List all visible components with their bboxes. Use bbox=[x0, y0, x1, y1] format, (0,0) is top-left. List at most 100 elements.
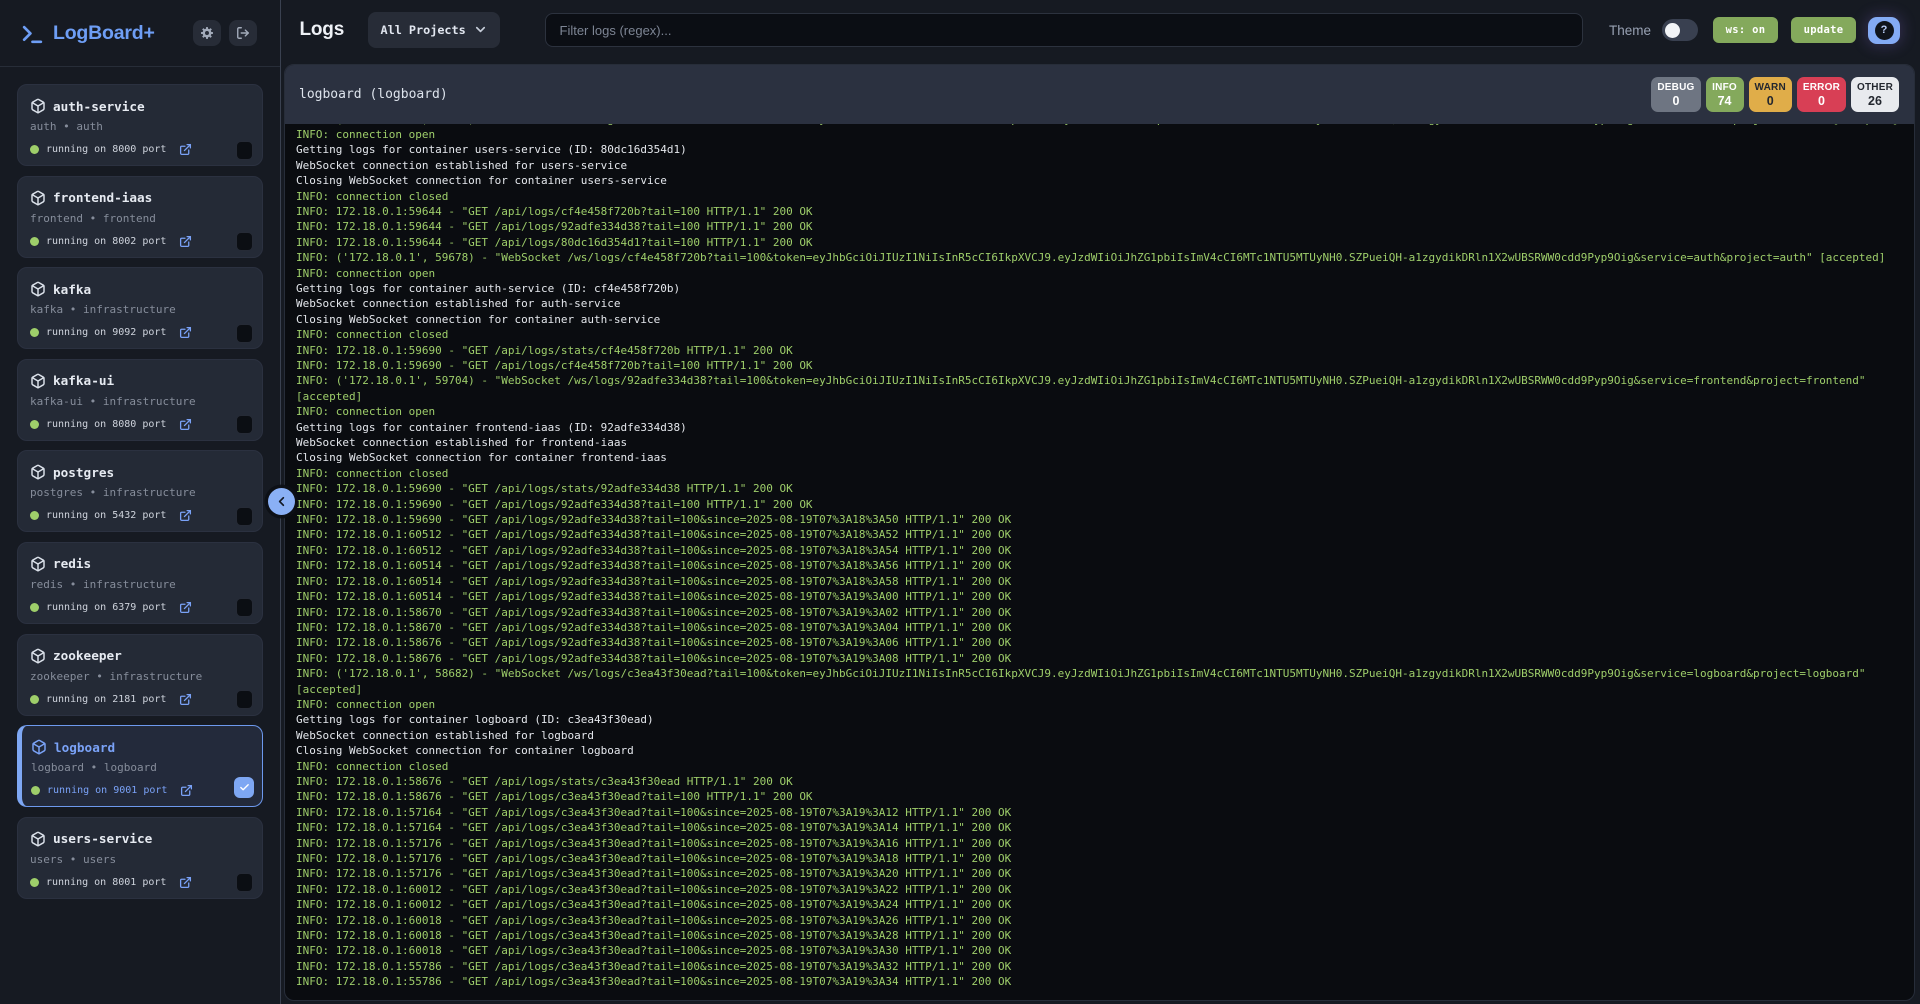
log-line: INFO: connection closed bbox=[296, 189, 1903, 204]
level-badge-info[interactable]: INFO 74 bbox=[1706, 77, 1744, 112]
service-card-auth-service[interactable]: auth-service auth • auth running on 8000… bbox=[17, 84, 263, 166]
service-status: running on 8002 port bbox=[46, 236, 166, 247]
service-card-frontend-iaas[interactable]: frontend-iaas frontend • frontend runnin… bbox=[17, 176, 263, 258]
service-card-title-row: zookeeper bbox=[30, 648, 250, 664]
external-link-icon[interactable] bbox=[179, 235, 192, 248]
service-subtitle: logboard • logboard bbox=[31, 762, 250, 775]
service-card-title-row: frontend-iaas bbox=[30, 190, 250, 206]
level-badge-other[interactable]: OTHER 26 bbox=[1851, 77, 1899, 112]
service-card-logboard[interactable]: logboard logboard • logboard running on … bbox=[17, 725, 263, 807]
log-line: INFO: 172.18.0.1:57164 - "GET /api/logs/… bbox=[296, 820, 1903, 835]
service-status: running on 8080 port bbox=[46, 419, 166, 430]
external-link-icon[interactable] bbox=[179, 326, 192, 339]
service-card-postgres[interactable]: postgres postgres • infrastructure runni… bbox=[17, 450, 263, 532]
log-line: INFO: 172.18.0.1:59690 - "GET /api/logs/… bbox=[296, 358, 1903, 373]
package-icon bbox=[30, 190, 46, 206]
service-card-title-row: kafka-ui bbox=[30, 373, 250, 389]
service-checkbox[interactable] bbox=[236, 415, 253, 434]
status-dot bbox=[30, 420, 39, 429]
topbar: Logs All Projects Theme ws: on update ? bbox=[283, 0, 1920, 63]
main-area: Logs All Projects Theme ws: on update ? … bbox=[283, 0, 1920, 1004]
log-line: INFO: 172.18.0.1:60514 - "GET /api/logs/… bbox=[296, 574, 1903, 589]
level-badge-label: INFO bbox=[1712, 81, 1738, 94]
log-line: INFO: 172.18.0.1:59690 - "GET /api/logs/… bbox=[296, 481, 1903, 496]
help-button[interactable]: ? bbox=[1868, 17, 1900, 44]
log-line: INFO: 172.18.0.1:60018 - "GET /api/logs/… bbox=[296, 943, 1903, 958]
external-link-icon[interactable] bbox=[179, 509, 192, 522]
service-card-kafka-ui[interactable]: kafka-ui kafka-ui • infrastructure runni… bbox=[17, 359, 263, 441]
service-status-row: running on 6379 port bbox=[30, 598, 250, 616]
service-card-redis[interactable]: redis redis • infrastructure running on … bbox=[17, 542, 263, 624]
service-checkbox[interactable] bbox=[236, 598, 253, 617]
topbar-right-group: Theme ws: on update ? bbox=[1609, 0, 1900, 60]
project-selector-value: All Projects bbox=[381, 23, 466, 37]
package-icon bbox=[30, 831, 46, 847]
service-checkbox[interactable] bbox=[236, 232, 253, 251]
project-selector[interactable]: All Projects bbox=[368, 12, 500, 48]
external-link-icon[interactable] bbox=[179, 143, 192, 156]
log-view[interactable]: INFO: ('172.18.0.1', 59662) - "WebSocket… bbox=[285, 124, 1914, 1000]
service-checkbox[interactable] bbox=[236, 507, 253, 526]
service-checkbox[interactable] bbox=[236, 690, 253, 709]
service-card-users-service[interactable]: users-service users • users running on 8… bbox=[17, 817, 263, 899]
logout-button[interactable] bbox=[229, 20, 257, 46]
service-name: logboard bbox=[54, 740, 115, 755]
log-line: INFO: connection open bbox=[296, 266, 1903, 281]
log-stream: INFO: ('172.18.0.1', 59662) - "WebSocket… bbox=[296, 124, 1903, 990]
external-link-icon[interactable] bbox=[179, 693, 192, 706]
log-line: INFO: 172.18.0.1:60514 - "GET /api/logs/… bbox=[296, 589, 1903, 604]
service-checkbox[interactable] bbox=[236, 324, 253, 343]
theme-toggle[interactable] bbox=[1662, 19, 1698, 41]
service-checkbox[interactable] bbox=[236, 873, 253, 892]
status-dot bbox=[30, 878, 39, 887]
service-checkbox[interactable] bbox=[234, 777, 254, 798]
level-badge-warn[interactable]: WARN 0 bbox=[1749, 77, 1792, 112]
log-panel-header: logboard (logboard) DEBUG 0 INFO 74 WARN… bbox=[285, 65, 1914, 124]
service-status: running on 6379 port bbox=[46, 602, 166, 613]
service-card-title-row: users-service bbox=[30, 831, 250, 847]
service-status-row: running on 9092 port bbox=[30, 324, 250, 342]
log-line: INFO: 172.18.0.1:60512 - "GET /api/logs/… bbox=[296, 543, 1903, 558]
sidebar-collapse-button[interactable] bbox=[268, 488, 295, 515]
theme-label: Theme bbox=[1609, 23, 1651, 38]
service-name: postgres bbox=[53, 465, 114, 480]
external-link-icon[interactable] bbox=[179, 876, 192, 889]
external-link-icon[interactable] bbox=[179, 418, 192, 431]
service-subtitle: kafka-ui • infrastructure bbox=[30, 396, 250, 409]
log-line: INFO: 172.18.0.1:60018 - "GET /api/logs/… bbox=[296, 913, 1903, 928]
sidebar: LogBoard+ auth-service auth • auth runni… bbox=[0, 0, 281, 1004]
external-link-icon[interactable] bbox=[180, 784, 193, 797]
level-badge-debug[interactable]: DEBUG 0 bbox=[1651, 77, 1700, 112]
package-icon bbox=[30, 464, 46, 480]
external-link-icon[interactable] bbox=[179, 601, 192, 614]
log-line: INFO: 172.18.0.1:60012 - "GET /api/logs/… bbox=[296, 897, 1903, 912]
status-dot bbox=[30, 145, 39, 154]
service-status: running on 8001 port bbox=[46, 877, 166, 888]
log-line: Closing WebSocket connection for contain… bbox=[296, 743, 1903, 758]
settings-button[interactable] bbox=[193, 20, 221, 46]
filter-input[interactable] bbox=[545, 13, 1583, 47]
service-status: running on 5432 port bbox=[46, 510, 166, 521]
service-checkbox[interactable] bbox=[236, 141, 253, 160]
service-status-row: running on 8000 port bbox=[30, 141, 250, 159]
service-card-zookeeper[interactable]: zookeeper zookeeper • infrastructure run… bbox=[17, 634, 263, 716]
service-subtitle: postgres • infrastructure bbox=[30, 487, 250, 500]
service-card-title-row: kafka bbox=[30, 281, 250, 297]
log-line: INFO: connection closed bbox=[296, 466, 1903, 481]
update-button[interactable]: update bbox=[1791, 17, 1856, 43]
service-status: running on 8000 port bbox=[46, 144, 166, 155]
status-dot bbox=[30, 511, 39, 520]
log-line: Getting logs for container logboard (ID:… bbox=[296, 712, 1903, 727]
service-card-kafka[interactable]: kafka kafka • infrastructure running on … bbox=[17, 267, 263, 349]
status-dot bbox=[30, 603, 39, 612]
status-dot bbox=[31, 786, 40, 795]
package-icon bbox=[30, 648, 46, 664]
service-name: frontend-iaas bbox=[53, 190, 152, 205]
page-title: Logs bbox=[300, 0, 345, 60]
service-subtitle: users • users bbox=[30, 854, 250, 867]
level-badge-error[interactable]: ERROR 0 bbox=[1797, 77, 1846, 112]
log-line: INFO: 172.18.0.1:59644 - "GET /api/logs/… bbox=[296, 204, 1903, 219]
package-icon bbox=[30, 281, 46, 297]
log-line: INFO: 172.18.0.1:58670 - "GET /api/logs/… bbox=[296, 620, 1903, 635]
log-panel-title: logboard (logboard) bbox=[299, 87, 448, 102]
